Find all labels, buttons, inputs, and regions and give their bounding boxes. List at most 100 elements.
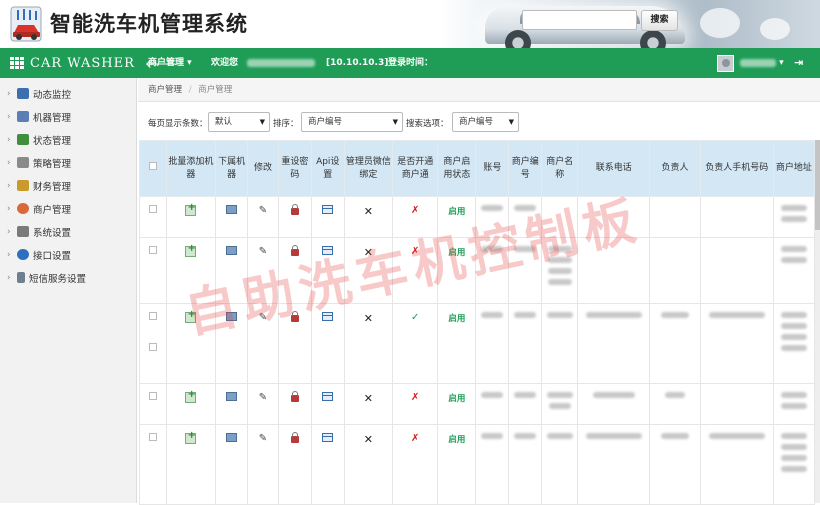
select-all-checkbox[interactable] <box>148 162 157 170</box>
sidebar-item-interface[interactable]: › 接口设置 <box>0 243 137 266</box>
batch-add-machine-icon[interactable] <box>185 430 197 444</box>
api-settings-icon[interactable] <box>322 433 334 442</box>
search-button[interactable]: 搜索 <box>641 10 678 31</box>
redacted-text <box>481 205 504 211</box>
api-settings-icon[interactable] <box>322 312 334 321</box>
redacted-text <box>664 392 685 398</box>
reset-password-lock-icon[interactable] <box>290 391 299 402</box>
row-checkbox[interactable] <box>148 312 157 320</box>
reset-password-lock-icon[interactable] <box>290 432 299 443</box>
enable-status-badge[interactable]: 启用 <box>448 207 465 217</box>
sub-machines-icon[interactable] <box>226 392 238 401</box>
batch-add-machine-icon[interactable] <box>185 309 197 323</box>
row-checkbox[interactable] <box>148 205 157 213</box>
sub-machines-icon[interactable] <box>226 312 238 321</box>
username-redacted <box>247 58 316 67</box>
redacted-text <box>780 403 807 409</box>
reset-password-lock-icon[interactable] <box>290 204 299 215</box>
row-checkbox[interactable] <box>148 246 157 254</box>
sidebar-item-status[interactable]: › 状态管理 <box>0 128 137 151</box>
sidebar-item-settings[interactable]: › 系统设置 <box>0 220 137 243</box>
merchant-pass-status: ✓ <box>411 312 420 323</box>
sidebar-item-merchant[interactable]: › 商户管理 <box>0 197 137 220</box>
vertical-scrollbar[interactable] <box>815 140 820 503</box>
breadcrumb-home-link[interactable]: 商户管理 <box>148 85 182 95</box>
search-input[interactable] <box>522 10 637 30</box>
enable-status-badge[interactable]: 启用 <box>448 394 465 404</box>
column-header: 批量添加机器 <box>165 140 217 197</box>
chevron-right-icon: › <box>7 157 11 168</box>
sort-select[interactable]: 商户编号 ▼ <box>301 112 403 132</box>
edit-pencil-icon[interactable]: ✎ <box>259 392 267 403</box>
merchant-menu[interactable]: 商户管理 ▾ <box>148 48 192 78</box>
redacted-text <box>548 403 571 409</box>
edit-pencil-icon[interactable]: ✎ <box>259 312 267 323</box>
row-checkbox[interactable] <box>148 433 157 441</box>
sidebar-item-monitor[interactable]: › 动态监控 <box>0 82 137 105</box>
batch-add-machine-icon[interactable] <box>185 389 197 403</box>
table-row: ✎ ✕ ✗ 启用 <box>139 424 816 505</box>
column-header: 重设密码 <box>277 140 312 197</box>
chevron-right-icon: › <box>7 180 11 191</box>
column-header: 下属机器 <box>215 140 249 197</box>
row-checkbox[interactable] <box>148 392 157 400</box>
breadcrumb-current: 商户管理 <box>198 85 233 95</box>
api-settings-icon[interactable] <box>322 392 334 401</box>
select-all-header[interactable] <box>139 140 167 197</box>
enable-status-badge[interactable]: 启用 <box>448 435 465 445</box>
wechat-bind-status[interactable]: ✕ <box>364 312 373 325</box>
grid-icon <box>10 57 24 69</box>
logout-icon[interactable]: ⇥ <box>794 48 803 78</box>
redacted-text <box>546 312 573 318</box>
redacted-text <box>481 312 504 318</box>
redacted-text <box>481 246 504 252</box>
merchant-menu-label: 商户管理 <box>148 58 185 68</box>
reset-password-lock-icon[interactable] <box>290 245 299 256</box>
redacted-text <box>780 392 807 398</box>
redacted-text <box>780 323 807 329</box>
user-name-redacted[interactable]: ▾ <box>740 48 784 78</box>
redacted-text <box>547 279 572 285</box>
edit-pencil-icon[interactable]: ✎ <box>259 246 267 257</box>
chevron-right-icon: › <box>7 226 11 237</box>
sidebar-item-label: 商户管理 <box>33 204 72 216</box>
user-avatar[interactable] <box>717 55 734 72</box>
sub-machines-icon[interactable] <box>226 246 238 255</box>
monitor-icon <box>17 88 29 99</box>
batch-add-machine-icon[interactable] <box>185 243 197 257</box>
redacted-text <box>660 433 689 439</box>
sidebar-item-strategy[interactable]: › 策略管理 <box>0 151 137 174</box>
sort-value: 商户编号 <box>308 117 343 127</box>
batch-add-machine-icon[interactable] <box>185 202 197 216</box>
water-splash <box>760 18 790 40</box>
app-title: 智能洗车机管理系统 <box>50 12 248 36</box>
edit-pencil-icon[interactable]: ✎ <box>259 205 267 216</box>
sidebar-item-machine[interactable]: › 机器管理 <box>0 105 137 128</box>
sidebar-item-sms[interactable]: › 短信服务设置 <box>0 266 137 289</box>
enable-status-badge[interactable]: 启用 <box>448 248 465 258</box>
reset-password-lock-icon[interactable] <box>290 311 299 322</box>
sidebar-item-finance[interactable]: › 财务管理 <box>0 174 137 197</box>
sort-label: 排序： <box>273 119 299 129</box>
wechat-bind-status[interactable]: ✕ <box>364 433 373 446</box>
search-option-select[interactable]: 商户编号 ▼ <box>452 112 519 132</box>
row-checkbox[interactable] <box>148 343 157 351</box>
redacted-text <box>780 246 807 252</box>
caret-down-icon: ▾ <box>187 58 192 68</box>
api-settings-icon[interactable] <box>322 246 334 255</box>
api-settings-icon[interactable] <box>322 205 334 214</box>
sub-machines-icon[interactable] <box>226 433 238 442</box>
redacted-text <box>708 433 765 439</box>
page-size-select[interactable]: 默认 ▼ <box>208 112 270 132</box>
sub-machines-icon[interactable] <box>226 205 238 214</box>
enable-status-badge[interactable]: 启用 <box>448 314 465 324</box>
edit-pencil-icon[interactable]: ✎ <box>259 433 267 444</box>
wechat-bind-status[interactable]: ✕ <box>364 392 373 405</box>
search-option-label: 搜索选项： <box>406 119 449 129</box>
merchant-icon <box>17 203 29 214</box>
wechat-bind-status[interactable]: ✕ <box>364 205 373 218</box>
redacted-text <box>708 312 765 318</box>
top-navbar: CAR WASHER 🡐 商户管理 ▾ 欢迎您 [10.10.10.3] 登录时… <box>0 48 820 78</box>
redacted-text <box>780 312 807 318</box>
wechat-bind-status[interactable]: ✕ <box>364 246 373 259</box>
